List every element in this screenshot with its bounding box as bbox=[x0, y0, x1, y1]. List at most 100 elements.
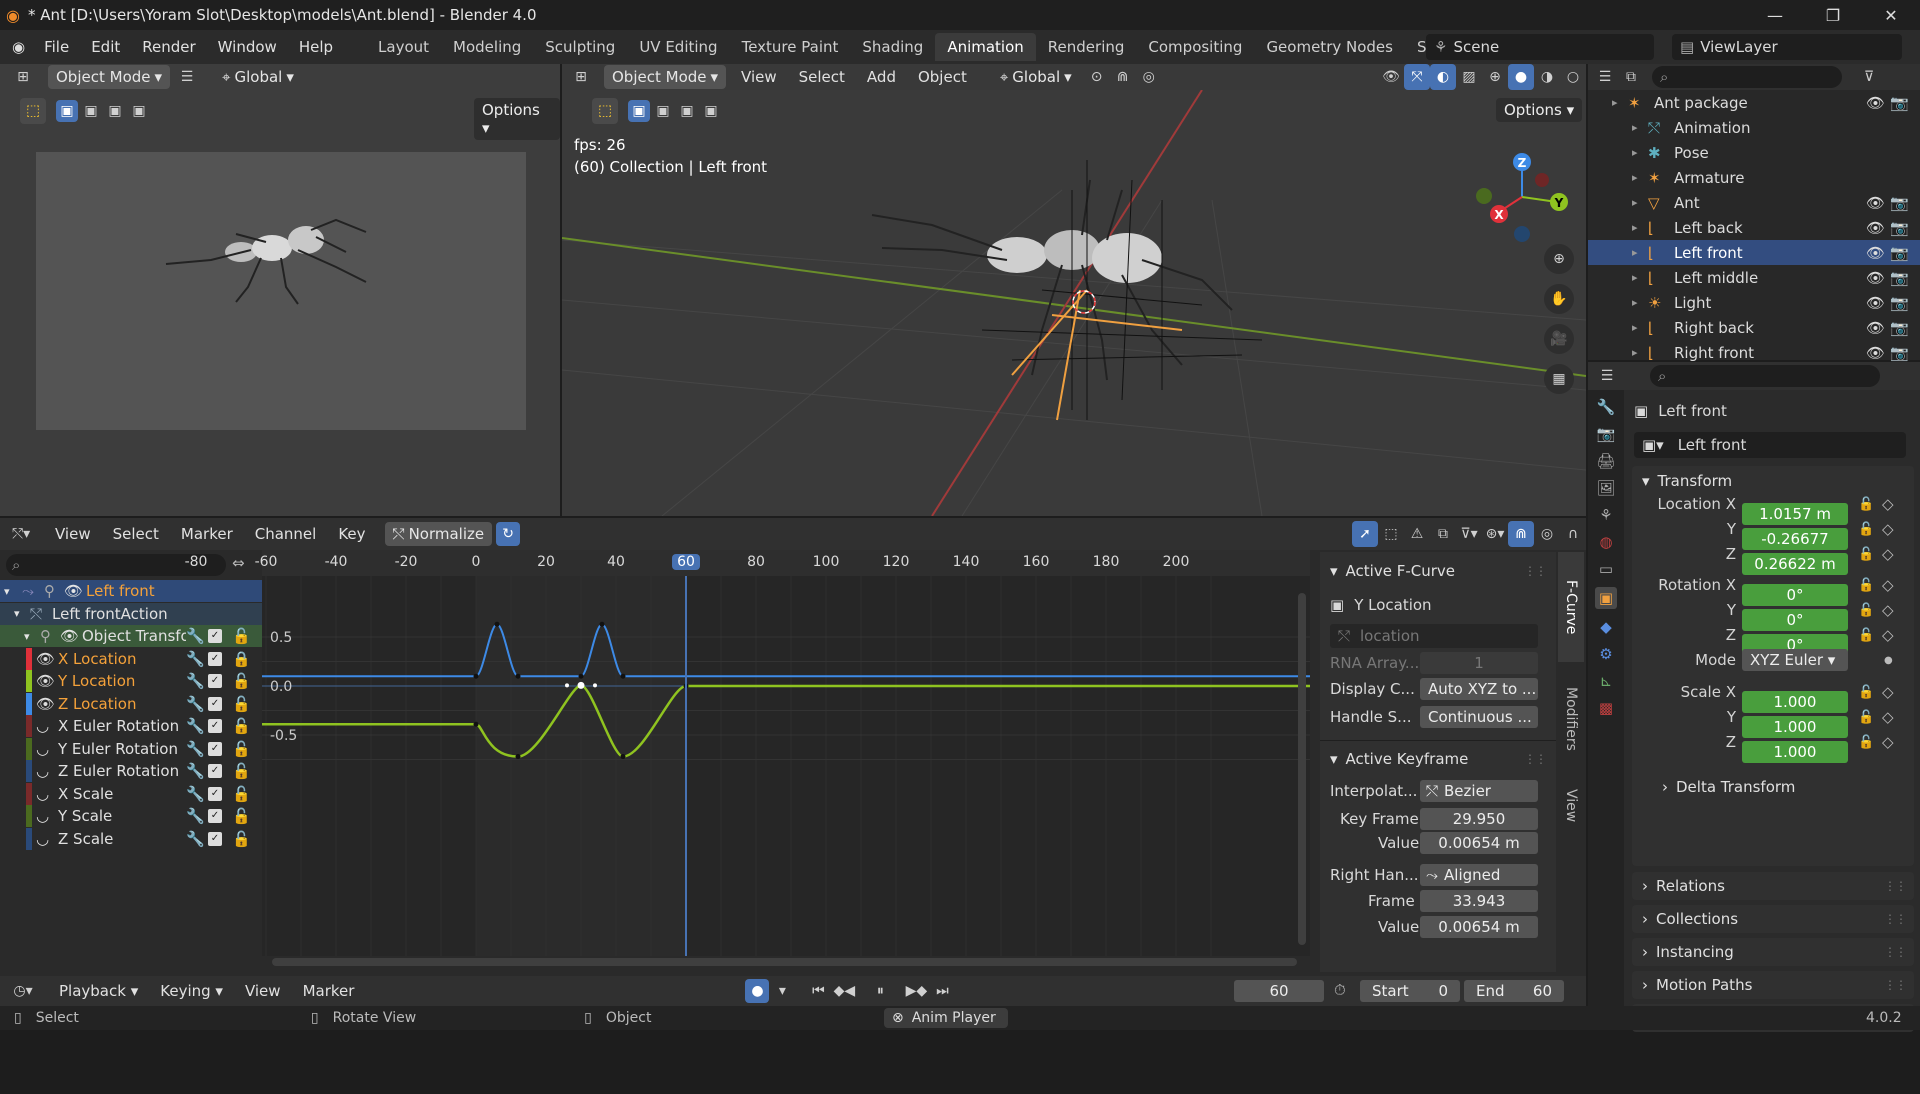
lock-toggle-icon[interactable]: 🔓 bbox=[1858, 735, 1874, 750]
auto-keying-icon[interactable]: ● bbox=[745, 979, 770, 1003]
auto-normalize-icon[interactable]: ↻ bbox=[496, 522, 521, 546]
mute-checkbox[interactable]: ✓ bbox=[208, 674, 222, 688]
keyframe-diamond-icon[interactable]: ◇ bbox=[1882, 601, 1894, 619]
render-tab-icon[interactable]: 📷 bbox=[1597, 425, 1616, 443]
pivot-icon[interactable]: ⊙ bbox=[1084, 64, 1110, 90]
channel-row[interactable]: 👁 X Location 🔧 ✓ 🔒 bbox=[0, 647, 262, 670]
viewport-mode-dropdown[interactable]: Object Mode ▾ bbox=[604, 65, 727, 89]
select-new-icon[interactable]: ▣ bbox=[56, 100, 78, 122]
pin-channel-icon[interactable]: ⚲ bbox=[40, 627, 51, 645]
lock-toggle-icon[interactable]: 🔓 bbox=[1858, 603, 1874, 618]
keyframe-diamond-icon[interactable]: ◇ bbox=[1882, 495, 1894, 513]
unlock-icon[interactable]: 🔓 bbox=[232, 672, 251, 690]
solid-shading-icon[interactable]: ● bbox=[1508, 64, 1534, 90]
mute-checkbox[interactable]: ✓ bbox=[208, 651, 222, 666]
texture-tab-icon[interactable]: ▩ bbox=[1599, 699, 1613, 717]
unlock-icon[interactable]: 🔓 bbox=[232, 830, 251, 848]
lock-icon[interactable]: 🔒 bbox=[232, 650, 251, 668]
left-orientation-dropdown[interactable]: ⌖ Global ▾ bbox=[214, 65, 302, 89]
outliner-item[interactable]: ▸ ⌊ Right back 👁 📷 bbox=[1588, 315, 1920, 340]
viewport-menu-add[interactable]: Add bbox=[856, 68, 907, 86]
object-data-tab-icon[interactable]: ⊾ bbox=[1600, 672, 1613, 690]
expand-arrow-icon[interactable]: ▸ bbox=[1632, 221, 1638, 234]
eye-icon[interactable]: 👁 bbox=[36, 672, 55, 690]
channel-row[interactable]: ▾ ⤲ Left frontAction bbox=[0, 602, 262, 625]
eye-icon[interactable]: 👁 bbox=[1866, 94, 1885, 112]
viewport-orientation-dropdown[interactable]: ⌖ Global ▾ bbox=[992, 65, 1080, 89]
mute-checkbox[interactable]: ✓ bbox=[208, 786, 222, 801]
scene-selector[interactable]: ⚘ Scene bbox=[1426, 34, 1654, 60]
handle-smoothing-dropdown[interactable]: Continuous ... bbox=[1420, 706, 1538, 728]
modifier-wrench-icon[interactable]: 🔧 bbox=[186, 785, 205, 803]
properties-editor-type-icon[interactable]: ☰ bbox=[1594, 363, 1620, 389]
unlock-icon[interactable]: 🔓 bbox=[232, 740, 251, 758]
eye-closed-icon[interactable]: ◡ bbox=[36, 830, 49, 848]
unlock-icon[interactable]: 🔓 bbox=[232, 807, 251, 825]
expand-arrow-icon[interactable]: ▸ bbox=[1632, 171, 1638, 184]
zoom-icon[interactable]: ⊕ bbox=[1544, 244, 1574, 274]
graph-snap-icon[interactable]: ⋒ bbox=[1508, 521, 1534, 547]
unlock-icon[interactable]: 🔓 bbox=[232, 785, 251, 803]
data-path-field[interactable]: ⤲ location bbox=[1330, 624, 1538, 648]
mute-checkbox[interactable]: ✓ bbox=[208, 629, 222, 643]
lock-toggle-icon[interactable]: 🔓 bbox=[1858, 578, 1874, 593]
tab-fcurve[interactable]: F-Curve bbox=[1558, 552, 1584, 662]
channel-swap-icon[interactable]: ⇔ bbox=[232, 554, 245, 572]
modifier-wrench-icon[interactable]: 🔧 bbox=[186, 740, 205, 758]
channel-row[interactable]: ◡ Y Euler Rotation 🔧 ✓ 🔓 bbox=[0, 737, 262, 760]
hamburger-icon[interactable]: ☰ bbox=[174, 64, 200, 90]
mute-checkbox[interactable]: ✓ bbox=[208, 696, 222, 711]
unlock-icon[interactable]: 🔓 bbox=[232, 717, 251, 735]
channel-row[interactable]: ◡ X Scale 🔧 ✓ 🔓 bbox=[0, 782, 262, 805]
mute-checkbox[interactable]: ✓ bbox=[208, 719, 222, 733]
viewlayer-selector[interactable]: ▤ ViewLayer bbox=[1672, 34, 1902, 60]
expand-arrow-icon[interactable]: ▸ bbox=[1632, 346, 1638, 359]
keyframe-diamond-icon[interactable]: ◇ bbox=[1882, 626, 1894, 644]
outliner-item[interactable]: ▸ ⌊ Left front 👁 📷 bbox=[1588, 240, 1920, 265]
graph-h-scrollbar[interactable] bbox=[272, 958, 1297, 966]
mute-checkbox[interactable]: ✓ bbox=[208, 809, 222, 823]
show-hidden-icon[interactable]: ⬚ bbox=[1378, 521, 1404, 547]
properties-search-input[interactable]: ⌕ bbox=[1650, 365, 1880, 387]
menu-render[interactable]: Render bbox=[131, 38, 206, 56]
outliner-editor-type-icon[interactable]: ☰ bbox=[1592, 64, 1618, 90]
outliner-item[interactable]: ▸ ✶ Ant package 👁 📷 bbox=[1588, 90, 1920, 115]
collapse-arrow-icon[interactable]: ▾ bbox=[24, 630, 30, 643]
eye-icon[interactable]: 👁 bbox=[1866, 244, 1885, 262]
start-frame-field[interactable]: Start 0 bbox=[1360, 980, 1460, 1002]
left-mode-dropdown[interactable]: Object Mode ▾ bbox=[48, 65, 171, 89]
tab-rendering[interactable]: Rendering bbox=[1036, 33, 1137, 61]
graph-menu-marker[interactable]: Marker bbox=[170, 525, 244, 543]
keyframe-diamond-icon[interactable]: ◇ bbox=[1882, 683, 1894, 701]
outliner-item[interactable]: ▸ ⌊ Left back 👁 📷 bbox=[1588, 215, 1920, 240]
lock-toggle-icon[interactable]: 🔓 bbox=[1858, 497, 1874, 512]
modifier-wrench-icon[interactable]: 🔧 bbox=[186, 650, 205, 668]
channel-row[interactable]: ▾ ⚲ 👁Object Transforms🔧✓ 🔓 bbox=[0, 625, 262, 647]
outliner-item[interactable]: ▸ ▽ Ant 👁 📷 bbox=[1588, 190, 1920, 215]
rendered-shading-icon[interactable]: ○ bbox=[1560, 64, 1586, 90]
cancel-job-icon[interactable]: ⊗ bbox=[892, 1010, 904, 1026]
graph-proportional-icon[interactable]: ◎ bbox=[1534, 521, 1560, 547]
create-ghost-icon[interactable]: ⧉ bbox=[1430, 521, 1456, 547]
modifier-wrench-icon[interactable]: 🔧 bbox=[186, 830, 205, 848]
eye-icon[interactable]: 👁 bbox=[1866, 294, 1885, 312]
key-value-field[interactable]: 0.00654 m bbox=[1420, 832, 1538, 854]
tab-animation[interactable]: Animation bbox=[935, 33, 1036, 61]
minimize-button[interactable]: — bbox=[1746, 0, 1804, 30]
modifier-wrench-icon[interactable]: 🔧 bbox=[186, 717, 205, 735]
expand-arrow-icon[interactable]: ▸ bbox=[1632, 146, 1638, 159]
render-camera-icon[interactable]: 📷 bbox=[1890, 219, 1909, 237]
key-frame-field[interactable]: 29.950 bbox=[1420, 808, 1538, 830]
keyframe-diamond-icon[interactable]: ◇ bbox=[1882, 733, 1894, 751]
view-layer-tab-icon[interactable]: 🖼 bbox=[1596, 479, 1615, 497]
handle-frame-field[interactable]: 33.943 bbox=[1420, 890, 1538, 912]
graph-falloff-icon[interactable]: ∩ bbox=[1560, 521, 1586, 547]
modifier-wrench-icon[interactable]: 🔧 bbox=[186, 695, 205, 713]
eye-icon[interactable]: 👁 bbox=[1866, 344, 1885, 362]
modifier-wrench-icon[interactable]: 🔧 bbox=[186, 762, 205, 780]
playback-menu[interactable]: Playback ▾ bbox=[48, 982, 149, 1000]
ortho-grid-icon[interactable]: ▦ bbox=[1544, 364, 1574, 394]
select-extend-icon[interactable]: ▣ bbox=[80, 100, 102, 122]
jump-prev-keyframe-icon[interactable]: ◆◀ bbox=[831, 978, 857, 1004]
outliner-display-mode-icon[interactable]: ⧉ bbox=[1618, 64, 1644, 90]
